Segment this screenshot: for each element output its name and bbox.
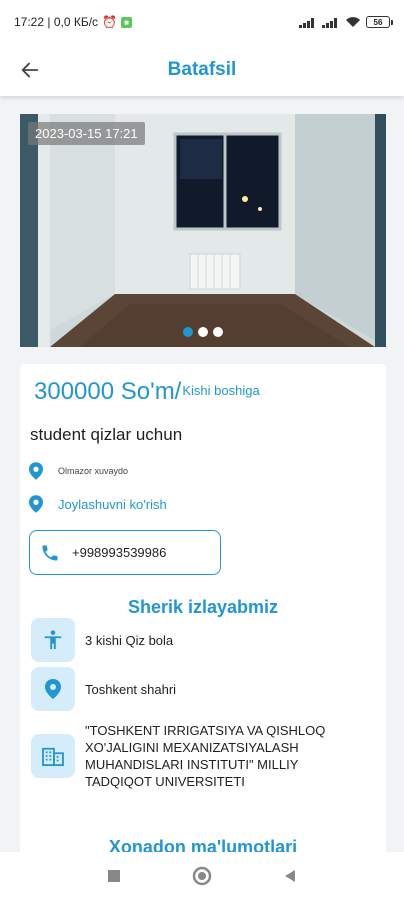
phone-icon [42,545,58,560]
building-icon [31,734,75,778]
feature-row-people: 3 kishi Qiz bola [31,618,173,662]
price: 300000 So'm/ [34,378,182,405]
square-icon [108,870,120,882]
feature-row-university: "TOSHKENT IRRIGATSIYA VA QISHLOQ XO'JALI… [31,722,329,790]
carousel-dot-2[interactable] [198,327,208,337]
signal-icon [299,18,314,28]
carousel-dot-3[interactable] [213,327,223,337]
view-location-link[interactable]: Joylashuvni ko'rish [58,497,167,512]
carousel-dots [20,327,386,337]
battery-icon: 56 [366,16,393,28]
circle-icon [192,866,212,886]
wifi-icon [346,17,360,27]
carousel-dot-1[interactable] [183,327,193,337]
back-nav-button[interactable] [275,861,305,891]
photo-date: 2023-03-15 17:21 [28,122,145,145]
feature-row-city: Toshkent shahri [31,667,176,711]
location-pin-icon [31,667,75,711]
feature-text: 3 kishi Qiz bola [85,632,174,648]
room-photo [20,114,386,347]
map-link-row[interactable]: Joylashuvni ko'rish [26,494,167,514]
price-row: 300000 So'm/ Kishi boshiga [34,378,260,406]
system-nav-bar [0,852,404,900]
feature-text: Toshkent shahri [85,681,177,697]
location-pin-icon [26,494,46,514]
photo-carousel[interactable]: 2023-03-15 17:21 [20,114,386,347]
status-bar: 17:22 | 0,0 КБ/с ⏰ ■ 56 [0,0,404,44]
app-notification-icon: ■ [120,16,132,28]
signal-icon-2 [322,18,337,28]
feature-text: "TOSHKENT IRRIGATSIYA VA QISHLOQ XO'JALI… [85,723,326,789]
phone-button[interactable]: +998993539986 [29,530,221,575]
status-left: 17:22 | 0,0 КБ/с ⏰ ■ [14,15,132,29]
price-unit: Kishi boshiga [182,383,260,398]
status-time-speed: 17:22 | 0,0 КБ/с [14,15,99,29]
arrow-left-icon [21,62,39,78]
detail-content[interactable]: 2023-03-15 17:21 300000 So'm/ Kishi bosh… [0,96,404,852]
listing-card: 300000 So'm/ Kishi boshiga student qizla… [20,364,386,852]
apartment-section-heading: Xonadon ma'lumotlari [108,837,298,852]
person-icon [31,618,75,662]
triangle-back-icon [285,870,295,882]
app-bar: Batafsil [0,44,404,96]
recent-apps-button[interactable] [99,861,129,891]
home-button[interactable] [187,861,217,891]
address-row: Olmazor xuvaydo [26,461,128,481]
address-text: Olmazor xuvaydo [58,466,129,476]
status-right: 56 [299,16,393,28]
partner-section-heading: Sherik izlayabmiz [127,597,279,617]
page-title: Batafsil [167,59,237,80]
battery-level: 56 [373,17,383,27]
phone-number: +998993539986 [72,545,167,560]
alarm-icon: ⏰ [102,15,117,29]
location-pin-icon [26,461,46,481]
listing-title: student qizlar uchun [30,425,183,444]
back-button[interactable] [14,54,46,86]
